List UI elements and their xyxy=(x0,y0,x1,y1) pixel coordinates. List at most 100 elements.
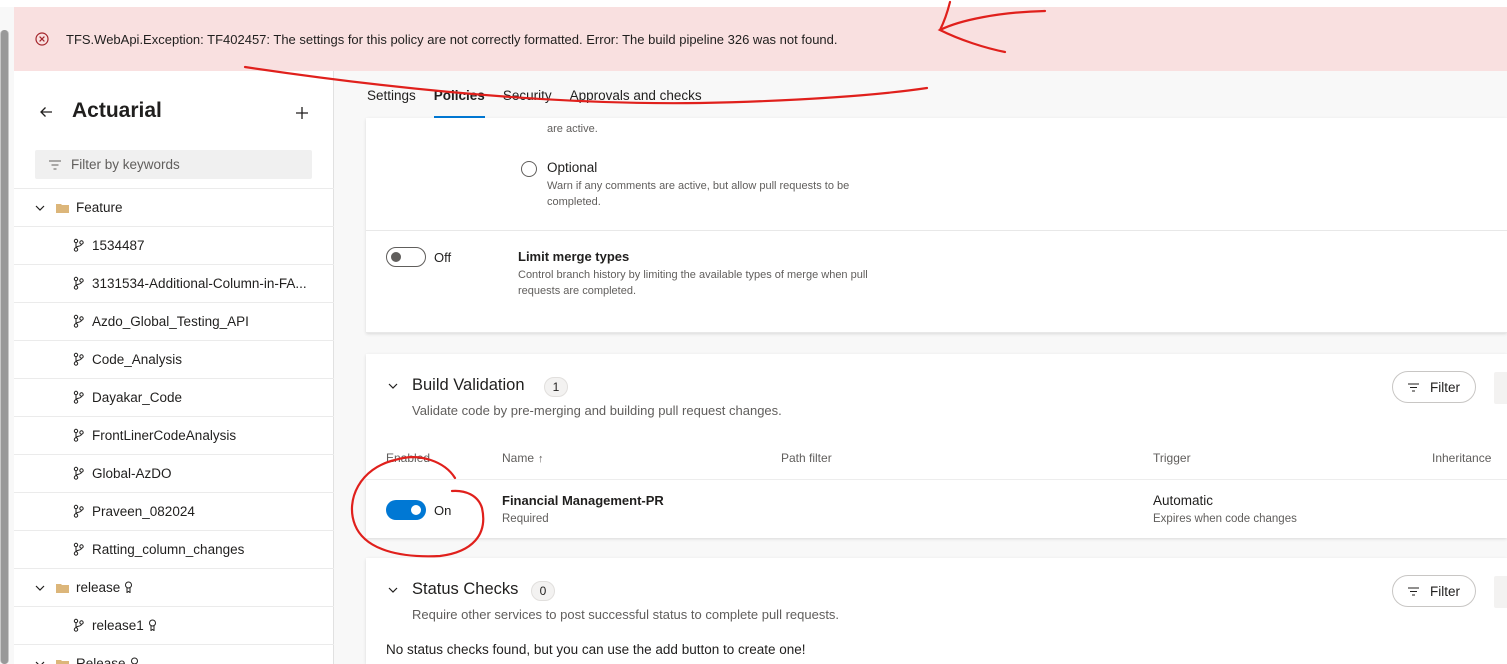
optional-description: Warn if any comments are active, but all… xyxy=(547,180,850,208)
branch-sidebar: Actuarial Feature 1534487 3131534-Additi… xyxy=(14,71,334,664)
folder-icon xyxy=(56,204,69,213)
folder-icon xyxy=(56,660,69,664)
tree-folder-label-wrap: release xyxy=(76,580,134,595)
folder-icon xyxy=(56,584,69,593)
error-circle-icon xyxy=(35,32,49,46)
tree-branch[interactable]: 3131534-Additional-Column-in-FA... xyxy=(14,264,334,302)
tab-policies[interactable]: Policies xyxy=(433,88,485,118)
build-policy-name[interactable]: Financial Management-PR xyxy=(502,493,664,508)
lock-icon xyxy=(125,581,133,593)
branch-icon xyxy=(73,390,84,404)
repo-title: Actuarial xyxy=(72,99,162,122)
tree-branch[interactable]: FrontLinerCodeAnalysis xyxy=(14,416,334,454)
tab-approvals-and-checks[interactable]: Approvals and checks xyxy=(570,88,702,118)
build-validation-card: Build Validation 1 Validate code by pre-… xyxy=(366,354,1507,538)
branch-icon xyxy=(73,238,84,252)
column-header-name[interactable]: Name ↑ xyxy=(502,451,544,465)
branch-filter[interactable] xyxy=(35,150,312,179)
status-checks-card: Status Checks 0 Require other services t… xyxy=(366,558,1507,664)
branch-icon xyxy=(73,314,84,328)
status-checks-description: Require other services to post successfu… xyxy=(412,607,840,622)
optional-label: Optional xyxy=(547,160,598,175)
chevron-down-icon[interactable] xyxy=(386,583,400,597)
lock-icon xyxy=(148,619,156,631)
toggle-knob xyxy=(411,505,421,515)
tree-branch-label: Code_Analysis xyxy=(92,352,183,367)
limit-merge-toggle[interactable] xyxy=(386,247,426,267)
column-header-trigger: Trigger xyxy=(1153,451,1191,465)
add-button-edge[interactable] xyxy=(1494,372,1507,404)
chevron-down-icon[interactable] xyxy=(33,657,47,664)
add-button-edge[interactable] xyxy=(1494,576,1507,608)
tree-branch-label: 3131534-Additional-Column-in-FA... xyxy=(92,276,307,291)
divider xyxy=(366,479,1507,480)
optional-radio[interactable] xyxy=(521,161,537,177)
build-policy-requirement: Required xyxy=(502,513,549,525)
tree-branch[interactable]: Ratting_column_changes xyxy=(14,530,334,568)
branch-icon xyxy=(73,428,84,442)
tree-branch-label: Azdo_Global_Testing_API xyxy=(92,314,249,329)
branch-icon xyxy=(73,352,84,366)
build-validation-title: Build Validation xyxy=(412,376,525,394)
tree-branch-label: Ratting_column_changes xyxy=(92,542,245,557)
status-checks-title: Status Checks xyxy=(412,580,519,598)
filter-label: Filter xyxy=(1430,583,1460,599)
tree-branch[interactable]: 1534487 xyxy=(14,226,334,264)
branch-icon xyxy=(73,504,84,518)
sort-ascending-icon: ↑ xyxy=(538,453,544,465)
tree-branch[interactable]: Praveen_082024 xyxy=(14,492,334,530)
limit-merge-toggle-state: Off xyxy=(434,250,452,265)
build-policy-trigger: Automatic xyxy=(1153,493,1214,508)
add-icon[interactable] xyxy=(294,105,310,121)
tree-folder-release-2[interactable]: Release xyxy=(14,644,334,664)
tree-folder-label: release xyxy=(76,580,121,595)
chevron-down-icon[interactable] xyxy=(386,379,400,393)
build-policy-enabled-toggle[interactable] xyxy=(386,500,426,520)
build-policy-toggle-state: On xyxy=(434,503,452,518)
status-checks-filter-button[interactable]: Filter xyxy=(1392,575,1476,607)
error-banner: TFS.WebApi.Exception: TF402457: The sett… xyxy=(14,7,1507,71)
column-header-enabled: Enabled xyxy=(386,451,431,465)
chevron-down-icon[interactable] xyxy=(33,201,47,215)
branch-icon xyxy=(73,618,84,632)
build-validation-description: Validate code by pre-merging and buildin… xyxy=(412,403,782,418)
filter-input[interactable] xyxy=(71,157,291,172)
tree-branch-label: Praveen_082024 xyxy=(92,504,195,519)
tree-branch-label: FrontLinerCodeAnalysis xyxy=(92,428,237,443)
back-arrow-icon[interactable] xyxy=(38,104,54,120)
page-scrollbar[interactable] xyxy=(0,30,9,664)
column-header-path-filter: Path filter xyxy=(781,451,832,465)
limit-merge-title: Limit merge types xyxy=(518,249,630,264)
tree-branch[interactable]: release1 xyxy=(14,606,334,644)
tree-folder-label: Release xyxy=(76,656,126,664)
tree-branch[interactable]: Dayakar_Code xyxy=(14,378,334,416)
tree-branch-label: Dayakar_Code xyxy=(92,390,183,405)
chevron-down-icon[interactable] xyxy=(33,581,47,595)
page-scrollbar-thumb[interactable] xyxy=(1,30,8,664)
tree-folder-feature[interactable]: Feature xyxy=(14,188,334,226)
policy-card-branch-policies: are active. Optional Warn if any comment… xyxy=(366,118,1507,333)
filter-label: Filter xyxy=(1430,379,1460,395)
tree-branch[interactable]: Global-AzDO xyxy=(14,454,334,492)
column-header-inheritance: Inheritance xyxy=(1432,451,1492,465)
build-policy-expiration: Expires when code changes xyxy=(1153,513,1297,525)
filter-icon xyxy=(49,159,61,170)
required-option-description: are active. xyxy=(547,123,598,135)
status-checks-empty-message: No status checks found, but you can use … xyxy=(386,642,806,657)
build-validation-filter-button[interactable]: Filter xyxy=(1392,371,1476,403)
branch-icon xyxy=(73,542,84,556)
tab-security[interactable]: Security xyxy=(503,88,552,118)
tree-folder-label-wrap: Release xyxy=(76,656,140,664)
filter-icon xyxy=(1408,586,1419,596)
tab-settings[interactable]: Settings xyxy=(367,88,416,118)
build-validation-count-badge: 1 xyxy=(544,377,568,397)
status-checks-count-badge: 0 xyxy=(531,581,555,601)
branch-icon xyxy=(73,276,84,290)
tree-folder-release[interactable]: release xyxy=(14,568,334,606)
divider xyxy=(366,230,1507,231)
toggle-knob xyxy=(391,252,401,262)
top-strip xyxy=(0,0,1507,7)
tree-branch[interactable]: Azdo_Global_Testing_API xyxy=(14,302,334,340)
tree-branch-label: Global-AzDO xyxy=(92,466,172,481)
tree-branch[interactable]: Code_Analysis xyxy=(14,340,334,378)
